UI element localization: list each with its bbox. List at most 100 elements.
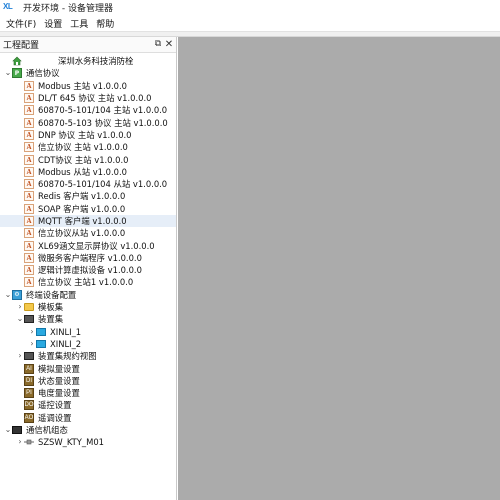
tree-item[interactable]: ⌄ P 通信协议 [0, 67, 176, 79]
chevron-down-icon[interactable]: ⌄ [4, 290, 12, 300]
chevron-right-icon[interactable]: › [28, 339, 36, 349]
remote-adjust-icon: AO [24, 412, 34, 423]
workspace-area[interactable] [178, 37, 500, 500]
tree-item[interactable]: A 逻辑计算虚拟设备 v1.0.0.0 [0, 264, 176, 276]
doc-icon: A [24, 166, 34, 177]
tree-item-label: SOAP 客户端 v1.0.0.0 [38, 203, 126, 214]
tree-item-label: 通信机组态 [26, 425, 68, 436]
rack-icon [24, 315, 34, 324]
tree-item[interactable]: A CDT协议 主站 v1.0.0.0 [0, 153, 176, 165]
doc-icon: A [24, 265, 34, 276]
tree-item-label: 装置集规约视图 [38, 351, 97, 362]
close-icon[interactable]: ✕ [164, 39, 174, 50]
energy-icon: PI [24, 388, 34, 399]
terminal-icon [12, 426, 22, 435]
tree-item[interactable]: A Modbus 从站 v1.0.0.0 [0, 166, 176, 178]
tree-item[interactable]: A 信立协议 主站1 v1.0.0.0 [0, 276, 176, 288]
tree-item[interactable]: A Modbus 主站 v1.0.0.0 [0, 80, 176, 92]
chevron-down-icon[interactable]: ⌄ [4, 68, 12, 78]
menu-settings[interactable]: 设置 [41, 17, 67, 30]
tree-item-label: Redis 客户端 v1.0.0.0 [38, 191, 126, 202]
tree-item-label: 电度量设置 [38, 388, 80, 399]
tree-item[interactable]: ⌄ 通信机组态 [0, 424, 176, 436]
chevron-right-icon[interactable]: › [28, 327, 36, 337]
tree-item[interactable]: PI 电度量设置 [0, 387, 176, 399]
project-tree: 深圳水务科技消防栓 ⌄ P 通信协议 A Modbus 主站 v1.0.0.0 A DL/T … [0, 55, 176, 449]
tree-item-label: 微服务客户端程序 v1.0.0.0 [38, 252, 142, 263]
menu-help[interactable]: 帮助 [93, 17, 119, 30]
tree-item-label: XINLI_2 [50, 338, 82, 349]
tree-item[interactable]: DO 遥控设置 [0, 399, 176, 411]
restore-icon[interactable]: ⧉ [153, 39, 163, 50]
chevron-down-icon[interactable]: ⌄ [4, 425, 12, 435]
tree-item[interactable]: A 微服务客户端程序 v1.0.0.0 [0, 252, 176, 264]
doc-icon: A [24, 216, 34, 226]
menu-tools[interactable]: 工具 [67, 17, 93, 30]
doc-icon: A [24, 117, 34, 128]
doc-icon: A [24, 129, 34, 140]
tree-item[interactable]: DI 状态量设置 [0, 375, 176, 387]
tree-item-label: 状态量设置 [38, 375, 80, 386]
tree-item[interactable]: ⌄ ⚙ 终端设备配置 [0, 289, 176, 301]
tree-item[interactable]: A 60870-5-101/104 从站 v1.0.0.0 [0, 178, 176, 190]
tree-item[interactable]: 深圳水务科技消防栓 [0, 55, 176, 67]
tree-item[interactable]: ⌄ 装置集 [0, 313, 176, 325]
tree-item-label: 60870-5-101/104 主站 v1.0.0.0 [38, 105, 168, 116]
tree-item[interactable]: › 模板集 [0, 301, 176, 313]
panel-title: 工程配置 [3, 41, 40, 51]
tree-item-label: MQTT 客户端 v1.0.0.0 [38, 216, 127, 226]
chevron-right-icon[interactable]: › [16, 351, 24, 361]
chevron-down-icon[interactable]: ⌄ [16, 314, 24, 324]
tree-item[interactable]: › SZSW_KTY_M01 [0, 436, 176, 448]
tree-item[interactable]: AI 模拟量设置 [0, 362, 176, 374]
doc-icon: A [24, 142, 34, 153]
tree-item-label: 信立协议 主站 v1.0.0.0 [38, 142, 128, 153]
tree-item[interactable]: A DL/T 645 协议 主站 v1.0.0.0 [0, 92, 176, 104]
monitor-icon [36, 339, 46, 348]
tree-item[interactable]: A SOAP 客户端 v1.0.0.0 [0, 203, 176, 215]
doc-icon: A [24, 80, 34, 91]
tree-item-label: XINLI_1 [50, 326, 82, 337]
tree-item-label: 信立协议从站 v1.0.0.0 [38, 228, 126, 239]
window-title: 开发环境 - 设备管理器 [23, 4, 113, 14]
tree-item-label: 逻辑计算虚拟设备 v1.0.0.0 [38, 265, 142, 276]
chevron-right-icon[interactable]: › [16, 437, 24, 447]
doc-icon: A [24, 240, 34, 251]
tree-item[interactable]: A 60870-5-103 协议 主站 v1.0.0.0 [0, 116, 176, 128]
tree-item[interactable]: › XINLI_1 [0, 326, 176, 338]
remote-control-icon: DO [24, 400, 34, 411]
tree-item[interactable]: AO 遥调设置 [0, 412, 176, 424]
menu-file[interactable]: 文件(F) [3, 17, 41, 30]
tree-item[interactable]: A DNP 协议 主站 v1.0.0.0 [0, 129, 176, 141]
tree-item[interactable]: › 装置集规约视图 [0, 350, 176, 362]
doc-icon: A [24, 93, 34, 104]
chevron-right-icon[interactable]: › [16, 302, 24, 312]
tree-item[interactable]: › XINLI_2 [0, 338, 176, 350]
tree-item-label: 模拟量设置 [38, 363, 80, 374]
tree-item[interactable]: A 信立协议从站 v1.0.0.0 [0, 227, 176, 239]
tree-item[interactable]: A 60870-5-101/104 主站 v1.0.0.0 [0, 104, 176, 116]
tree-item[interactable]: A 信立协议 主站 v1.0.0.0 [0, 141, 176, 153]
tree-item[interactable]: A Redis 客户端 v1.0.0.0 [0, 190, 176, 202]
device-config-icon: ⚙ [12, 289, 22, 300]
doc-icon: A [24, 228, 34, 239]
tree-item[interactable]: A XL69涵文显示屏协议 v1.0.0.0 [0, 239, 176, 251]
tree-item[interactable]: A MQTT 客户端 v1.0.0.0 [0, 214, 176, 228]
tree-item-label: 装置集 [38, 314, 64, 325]
